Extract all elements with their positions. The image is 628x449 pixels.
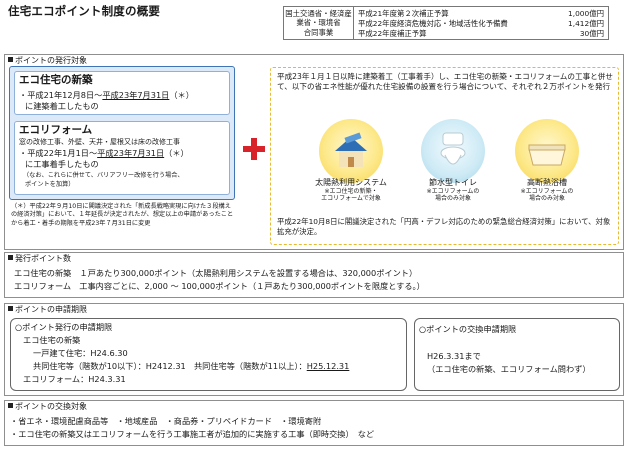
issue-deadline-box: ○ポイント発行の申請期限 エコ住宅の新築 一戸建て住宅：H24.6.30 共同住… — [10, 318, 407, 391]
bullet-square-icon — [8, 255, 13, 260]
budget-amount: 1,412億円 — [568, 19, 604, 28]
exchange-target-heading: ポイントの交換対象 — [8, 402, 87, 412]
new-house-title: エコ住宅の新築 — [19, 74, 93, 86]
bullet-square-icon — [8, 403, 13, 408]
points-reform: エコリフォーム 工事内容ごとに、2,000 〜 100,000ポイント（１戸あた… — [14, 281, 425, 291]
bullet-square-icon — [8, 306, 13, 311]
exchange-deadline-box: ○ポイントの交換申請期限 H26.3.31まで （エコ住宅の新築、エコリフォーム… — [414, 318, 620, 391]
equipment-name: 節水型トイレ — [429, 178, 477, 187]
budget-row: 平成21年度第２次補正予算 1,000億円 — [358, 9, 604, 19]
page-title: 住宅エコポイント制度の概要 — [8, 4, 161, 18]
combo-footnote: 平成22年10月8日に閣議決定された「円高・デフレ対応のための緊急総合経済対策」… — [277, 217, 611, 236]
ministry-line2: 合同事業 — [303, 27, 334, 37]
deadline-date: H25.12.31 — [306, 361, 350, 371]
equipment-note: エコリフォームで対象 — [321, 195, 381, 203]
plus-icon — [243, 138, 265, 160]
heading-text: ポイントの発行対象 — [15, 56, 87, 65]
ministry-box: 国土交通省・経済産業省・環境省 合同事業 — [283, 6, 353, 40]
reform-condition: に工事着手したもの — [25, 159, 99, 169]
deadline-line: 共同住宅等（階数が10以下）：H2412.31 共同住宅等（階数が11以上）：H… — [33, 361, 349, 371]
equipment-note: 場合のみ対象 — [528, 195, 565, 203]
extension-footnote: （＊）平成22年９月10日に閣議決定された「新成長戦略実現に向けた３段構えの経済… — [11, 203, 234, 227]
reform-card: エコリフォーム 窓の改修工事、外壁、天井・屋根又は床の改修工事 ・平成22年1月… — [14, 121, 230, 195]
deadline-line: エコリフォーム：H24.3.31 — [23, 374, 126, 384]
issue-deadline-title: ○ポイント発行の申請期限 — [15, 322, 113, 332]
bullet-square-icon — [8, 57, 13, 62]
period-start: ・平成22年1月1日〜 — [19, 148, 98, 158]
period-end: 平成23年7月31日 — [102, 90, 170, 100]
reform-period: ・平成22年1月1日〜平成23年7月31日（＊） — [19, 148, 189, 158]
equipment-note: 場合のみ対象 — [434, 195, 471, 203]
equipment-name: 太陽熱利用システム — [315, 178, 387, 187]
reform-title: エコリフォーム — [19, 124, 93, 136]
bathtub-icon — [515, 119, 579, 183]
exchange-deadline-title: ○ポイントの交換申請期限 — [419, 324, 517, 334]
period-note: （＊） — [169, 90, 194, 100]
eligibility-box: エコ住宅の新築 ・平成21年12月8日〜平成23年7月31日（＊） に建築着工し… — [9, 66, 235, 200]
equipment-name: 高断熱浴槽 — [527, 178, 567, 187]
exchange-item-line: ・省エネ・環境配慮商品等 ・地域産品 ・商品券・プリペイドカード ・環境寄附 — [10, 416, 322, 426]
budget-label: 平成22年度経済危機対応・地域活性化予備費 — [358, 19, 508, 28]
period-end: 平成23年7月31日 — [97, 148, 165, 158]
issue-target-heading: ポイントの発行対象 — [8, 56, 87, 66]
solar-house-icon — [319, 119, 383, 183]
budget-amount: 1,000億円 — [568, 9, 604, 18]
heading-text: ポイントの交換対象 — [15, 402, 87, 411]
issue-points-heading: 発行ポイント数 — [8, 254, 71, 264]
budget-label: 平成21年度第２次補正予算 — [358, 9, 449, 18]
new-house-card: エコ住宅の新築 ・平成21年12月8日〜平成23年7月31日（＊） に建築着工し… — [14, 71, 230, 115]
deadline-line: 一戸建て住宅：H24.6.30 — [33, 348, 128, 358]
combo-text: 平成23年１月１日以降に建築着工（工事着手）し、エコ住宅の新築・エコリフォームの… — [277, 72, 613, 92]
budget-row: 平成22年度経済危機対応・地域活性化予備費 1,412億円 — [358, 19, 604, 29]
deadline-line: エコ住宅の新築 — [23, 335, 81, 345]
application-heading: ポイントの申請期限 — [8, 305, 87, 315]
new-house-condition: に建築着工したもの — [25, 101, 99, 111]
points-new-house: エコ住宅の新築 １戸あたり300,000ポイント（太陽熱利用システムを設置する場… — [14, 268, 418, 278]
deadline-line: （エコ住宅の新築、エコリフォーム問わず） — [427, 364, 591, 374]
heading-text: 発行ポイント数 — [15, 254, 71, 263]
reform-note2: ポイントを加算） — [25, 181, 75, 188]
budget-box: 平成21年度第２次補正予算 1,000億円 平成22年度経済危機対応・地域活性化予… — [353, 6, 609, 40]
ministry-line1: 国土交通省・経済産業省・環境省 — [285, 9, 352, 28]
deadline-text: 共同住宅等（階数が10以下）：H2412.31 共同住宅等（階数が11以上）： — [33, 361, 307, 371]
deadline-line: H26.3.31まで — [427, 351, 481, 361]
equipment-caption: 太陽熱利用システム ※エコ住宅の新築・ エコリフォームで対象 — [301, 178, 401, 202]
period-note: （＊） — [164, 148, 189, 158]
equipment-box: 平成23年１月１日以降に建築着工（工事着手）し、エコ住宅の新築・エコリフォームの… — [270, 67, 619, 245]
budget-amount: 30億円 — [579, 29, 604, 38]
budget-label: 平成22年度補正予算 — [358, 29, 427, 38]
exchange-item-line: ・エコ住宅の新築又はエコリフォームを行う工事施工者が追加的に実施する工事（即時交… — [10, 429, 375, 439]
equipment-caption: 節水型トイレ ※エコリフォームの 場合のみ対象 — [403, 178, 503, 202]
budget-row: 平成22年度補正予算 30億円 — [358, 29, 604, 39]
toilet-icon — [421, 119, 485, 183]
heading-text: ポイントの申請期限 — [15, 305, 87, 314]
reform-desc: 窓の改修工事、外壁、天井・屋根又は床の改修工事 — [19, 138, 180, 146]
reform-note1: （なお、これらに併せて、バリアフリー改修を行う場合、 — [23, 172, 184, 179]
period-start: ・平成21年12月8日〜 — [19, 90, 103, 100]
new-house-period: ・平成21年12月8日〜平成23年7月31日（＊） — [19, 90, 194, 100]
equipment-caption: 高断熱浴槽 ※エコリフォームの 場合のみ対象 — [497, 178, 597, 202]
